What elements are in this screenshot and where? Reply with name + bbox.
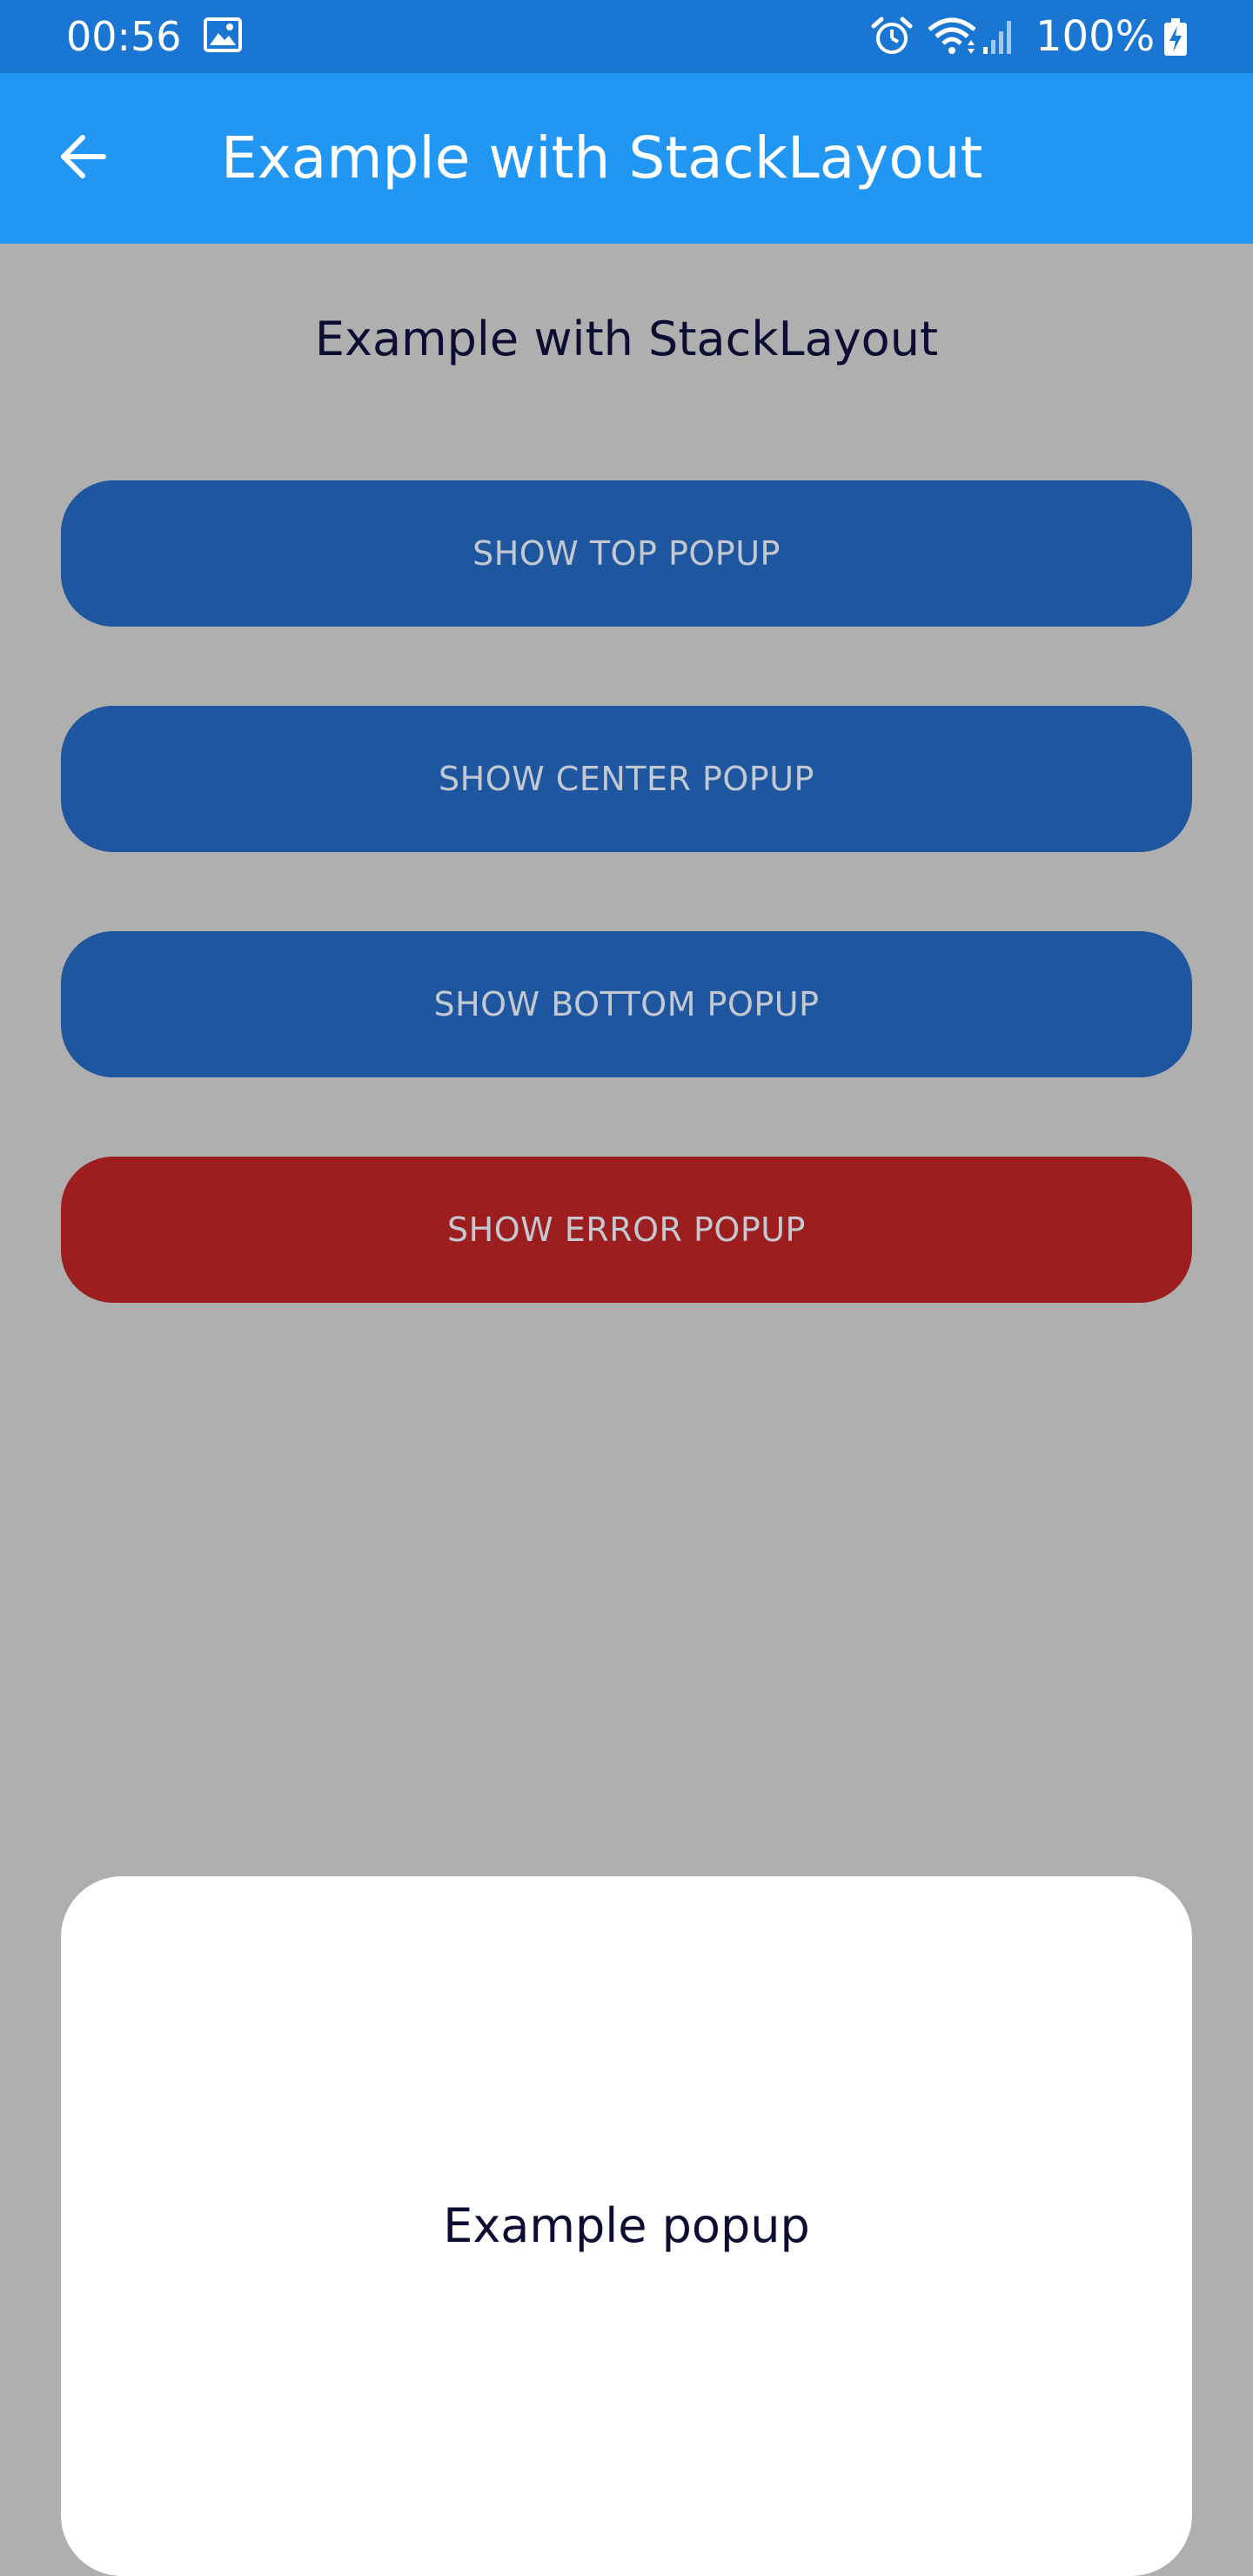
status-bar: 00:56 100% — [0, 0, 1253, 73]
arrow-left-icon — [57, 131, 109, 186]
status-time: 00:56 — [66, 13, 182, 60]
show-center-popup-button[interactable]: SHOW CENTER POPUP — [61, 706, 1192, 852]
image-icon — [204, 17, 242, 52]
show-bottom-popup-button[interactable]: SHOW BOTTOM POPUP — [61, 931, 1192, 1077]
page-title: Example with StackLayout — [314, 312, 939, 366]
battery-percentage: 100% — [1035, 12, 1156, 61]
battery-charging-icon — [1163, 17, 1189, 57]
show-error-popup-button[interactable]: SHOW ERROR POPUP — [61, 1157, 1192, 1303]
app-bar-title: Example with StackLayout — [221, 124, 983, 191]
bottom-popup: Example popup — [61, 1876, 1192, 2576]
app-bar: Example with StackLayout — [0, 73, 1253, 244]
alarm-icon — [870, 16, 914, 57]
wifi-icon — [926, 16, 978, 57]
show-top-popup-button[interactable]: SHOW TOP POPUP — [61, 480, 1192, 627]
popup-text: Example popup — [443, 2198, 810, 2253]
signal-icon — [982, 16, 1018, 57]
back-button[interactable] — [35, 115, 131, 202]
